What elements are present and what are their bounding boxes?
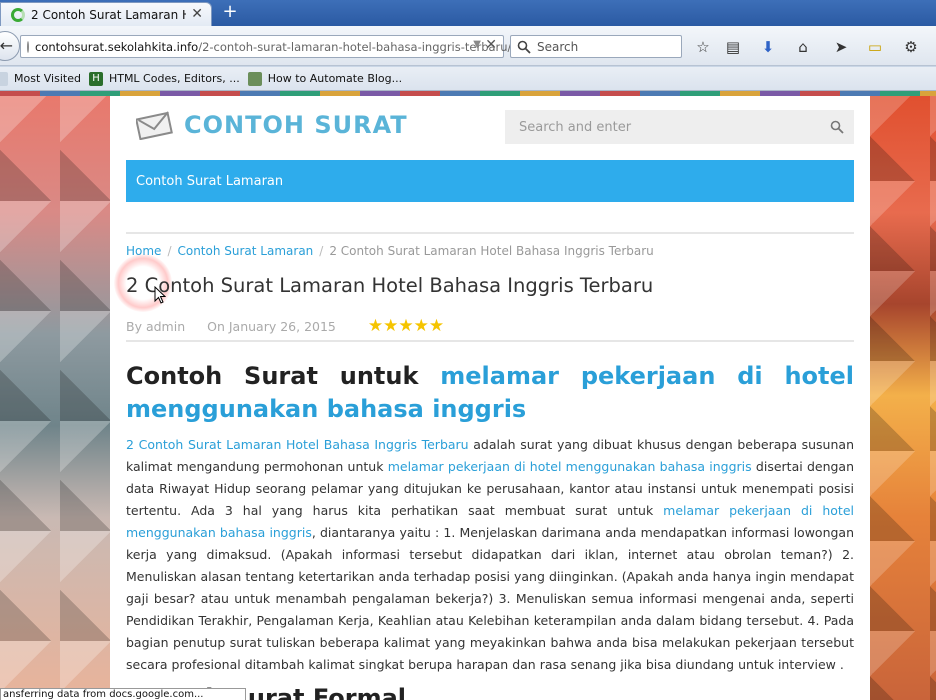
- browser-search-input[interactable]: Search: [510, 35, 682, 58]
- envelope-icon: [136, 111, 173, 140]
- content-container: CONTOH SURAT Search and enter Contoh Sur…: [110, 96, 870, 700]
- bookmarks-menu-icon[interactable]: ▤: [724, 38, 742, 56]
- site-search-input[interactable]: Search and enter: [505, 110, 854, 144]
- article-link[interactable]: melamar pekerjaan di hotel menggunakan b…: [388, 459, 752, 474]
- background-pattern-left: [0, 91, 110, 700]
- loading-spinner-icon: [11, 7, 25, 22]
- article-link[interactable]: 2 Contoh Surat Lamaran Hotel Bahasa Ingg…: [126, 437, 469, 452]
- url-bar[interactable]: contohsurat.sekolahkita.info/2-contoh-su…: [20, 35, 511, 58]
- breadcrumb-category[interactable]: Contoh Surat Lamaran: [177, 244, 313, 258]
- close-tab-icon[interactable]: ✕: [191, 6, 203, 22]
- mouse-cursor-icon: [154, 286, 166, 304]
- post-author[interactable]: By admin: [126, 319, 185, 334]
- status-bar: ansferring data from docs.google.com...: [0, 688, 246, 700]
- main-menu: Contoh Surat Lamaran: [126, 160, 854, 202]
- folder-icon: [0, 71, 8, 86]
- browser-tab[interactable]: 2 Contoh Surat Lamaran Hote... ✕: [0, 2, 212, 26]
- html-favicon-icon: H: [88, 71, 103, 86]
- back-button[interactable]: ←: [0, 31, 20, 61]
- bookmark-html-codes[interactable]: H HTML Codes, Editors, ...: [88, 71, 240, 86]
- blog-favicon-icon: [247, 71, 262, 86]
- menu-item-contoh-surat-lamaran[interactable]: Contoh Surat Lamaran: [136, 174, 283, 189]
- downloads-icon[interactable]: ⬇: [759, 38, 777, 56]
- search-placeholder: Search: [537, 39, 579, 54]
- stop-icon[interactable]: ✕: [485, 37, 497, 53]
- breadcrumb: Home / Contoh Surat Lamaran/2 Contoh Surat…: [126, 244, 654, 258]
- bookmark-star-icon[interactable]: ☆: [694, 38, 712, 56]
- ruler-icon[interactable]: ▭: [866, 38, 884, 56]
- divider: [126, 232, 854, 234]
- logo-text: CONTOH SURAT: [184, 111, 408, 139]
- site-logo[interactable]: CONTOH SURAT: [136, 110, 408, 140]
- background-pattern-right: [870, 91, 936, 700]
- search-icon: [517, 40, 531, 54]
- bookmark-automate-blog[interactable]: How to Automate Blog...: [247, 71, 402, 86]
- rating-stars[interactable]: ★★★★★: [368, 316, 444, 336]
- divider: [126, 340, 854, 342]
- bookmarks-bar: Most Visited H HTML Codes, Editors, ... …: [0, 67, 936, 91]
- addon-icon[interactable]: ⚙: [902, 38, 920, 56]
- article-heading: Contoh Surat untuk melamar pekerjaan di …: [126, 362, 854, 423]
- post-date: On January 26, 2015: [207, 318, 336, 334]
- site-search-placeholder: Search and enter: [519, 119, 632, 135]
- browser-tab-bar: 2 Contoh Surat Lamaran Hote... ✕ +: [0, 0, 936, 26]
- history-dropdown-icon[interactable]: ▼: [473, 39, 481, 50]
- globe-icon: [27, 40, 29, 53]
- new-tab-button[interactable]: +: [220, 3, 240, 23]
- breadcrumb-current: 2 Contoh Surat Lamaran Hotel Bahasa Ingg…: [329, 244, 654, 258]
- send-icon[interactable]: ➤: [832, 38, 850, 56]
- page-title: 2 Contoh Surat Lamaran Hotel Bahasa Ingg…: [126, 274, 654, 297]
- navigation-toolbar: ← contohsurat.sekolahkita.info/2-contoh-…: [0, 26, 936, 66]
- home-icon[interactable]: ⌂: [794, 38, 812, 56]
- search-icon[interactable]: [830, 120, 844, 134]
- post-meta: By admin On January 26, 2015 ★★★★★: [126, 316, 444, 336]
- page-viewport[interactable]: CONTOH SURAT Search and enter Contoh Sur…: [0, 91, 936, 700]
- url-text: contohsurat.sekolahkita.info/2-contoh-su…: [35, 39, 512, 54]
- article-paragraph: 2 Contoh Surat Lamaran Hotel Bahasa Ingg…: [126, 437, 855, 672]
- bookmark-most-visited[interactable]: Most Visited: [0, 71, 81, 86]
- tab-title: 2 Contoh Surat Lamaran Hote...: [31, 7, 186, 22]
